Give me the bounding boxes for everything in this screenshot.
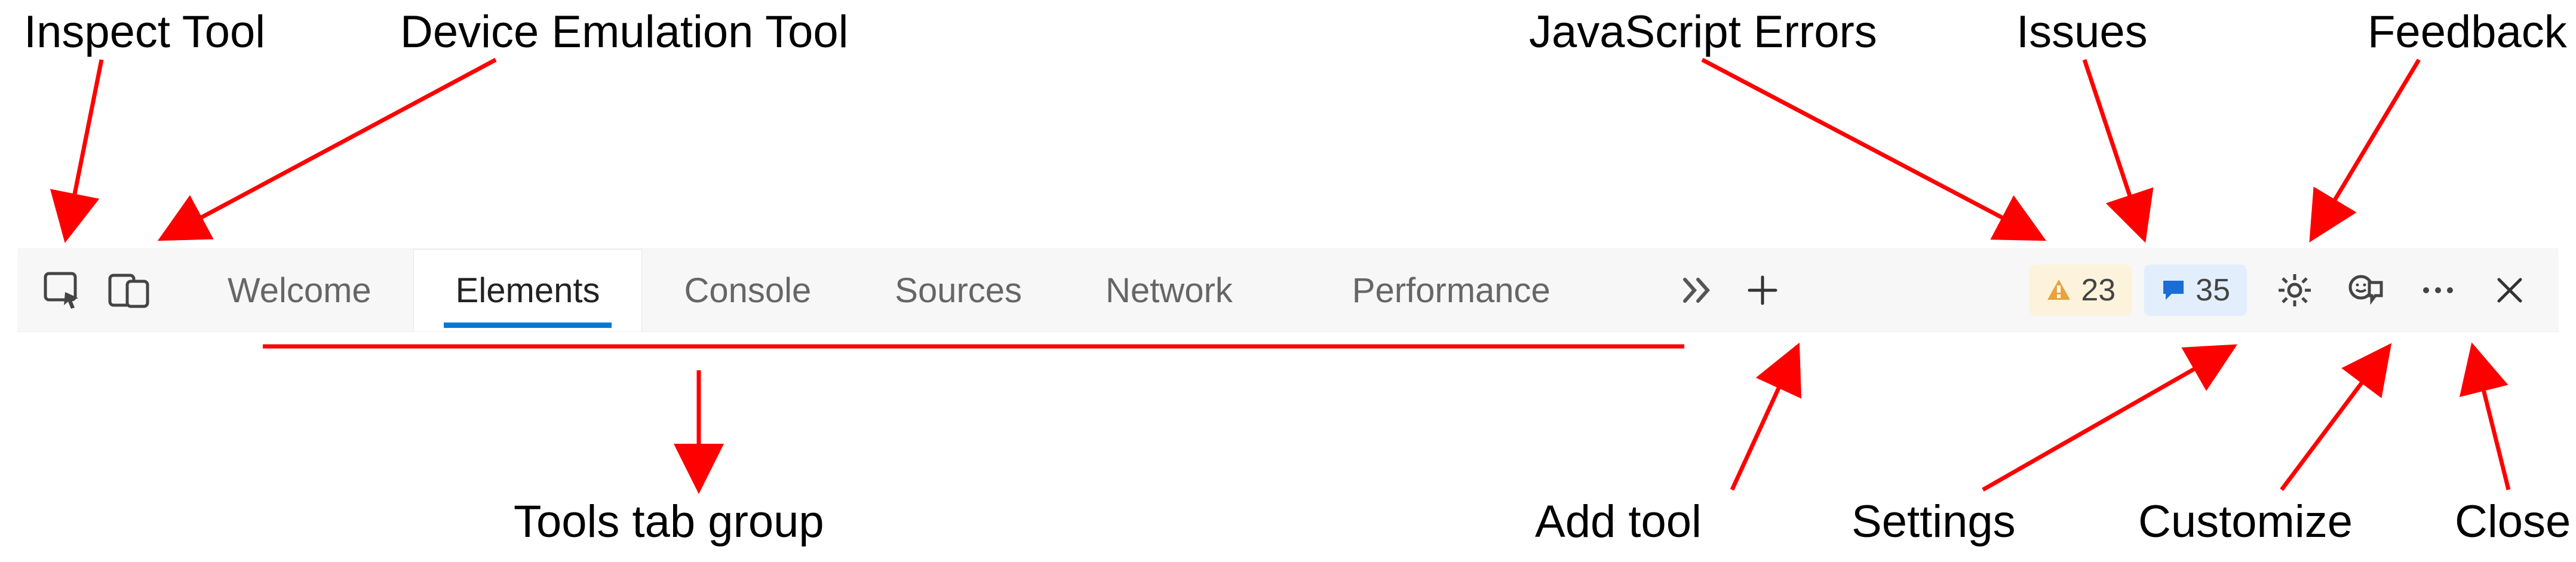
label-settings: Settings bbox=[1852, 496, 2016, 548]
more-tabs-button[interactable] bbox=[1664, 249, 1730, 331]
tab-sources[interactable]: Sources bbox=[853, 249, 1064, 331]
plus-icon bbox=[1746, 274, 1779, 307]
tools-tab-group: Welcome Elements Console Sources Network… bbox=[186, 249, 1592, 331]
device-emulation-button[interactable] bbox=[96, 249, 162, 331]
feedback-button[interactable] bbox=[2331, 249, 2402, 331]
label-js-errors: JavaScript Errors bbox=[1529, 6, 1877, 58]
js-errors-counter[interactable]: 23 bbox=[2030, 265, 2132, 316]
more-horizontal-icon bbox=[2421, 284, 2455, 296]
label-inspect-tool: Inspect Tool bbox=[24, 6, 265, 58]
close-x-icon bbox=[2495, 276, 2524, 305]
issues-speech-icon bbox=[2161, 278, 2186, 302]
tab-label: Sources bbox=[895, 271, 1022, 311]
tab-elements[interactable]: Elements bbox=[413, 249, 643, 331]
tab-label: Welcome bbox=[228, 271, 371, 311]
issues-counter[interactable]: 35 bbox=[2144, 265, 2247, 316]
chevron-double-right-icon bbox=[1681, 275, 1712, 306]
tab-network[interactable]: Network bbox=[1064, 249, 1275, 331]
devtools-toolbar: Welcome Elements Console Sources Network… bbox=[18, 248, 2558, 332]
inspect-button[interactable] bbox=[30, 249, 96, 331]
tab-label: Elements bbox=[456, 271, 600, 311]
tab-welcome[interactable]: Welcome bbox=[186, 249, 413, 331]
label-issues: Issues bbox=[2016, 6, 2148, 58]
label-close: Close bbox=[2455, 496, 2571, 548]
close-button[interactable] bbox=[2474, 249, 2546, 331]
settings-button[interactable] bbox=[2259, 249, 2331, 331]
inspect-pointer-icon bbox=[44, 272, 83, 309]
tab-performance[interactable]: Performance bbox=[1310, 249, 1592, 331]
tab-label: Console bbox=[684, 271, 811, 311]
customize-button[interactable] bbox=[2402, 249, 2474, 331]
add-tool-button[interactable] bbox=[1730, 249, 1795, 331]
label-customize: Customize bbox=[2138, 496, 2353, 548]
js-errors-count-text: 23 bbox=[2081, 272, 2116, 308]
warning-triangle-icon bbox=[2046, 278, 2071, 302]
label-tools-tab-group: Tools tab group bbox=[514, 496, 824, 548]
label-feedback: Feedback bbox=[2368, 6, 2567, 58]
gear-icon bbox=[2277, 272, 2313, 308]
tab-label: Network bbox=[1106, 271, 1233, 311]
device-emulation-icon bbox=[108, 272, 150, 309]
label-device-emu: Device Emulation Tool bbox=[400, 6, 849, 58]
tab-console[interactable]: Console bbox=[642, 249, 853, 331]
feedback-smiley-icon bbox=[2348, 273, 2385, 308]
tab-label: Performance bbox=[1352, 271, 1550, 311]
label-add-tool: Add tool bbox=[1535, 496, 1702, 548]
issues-count-text: 35 bbox=[2196, 272, 2230, 308]
